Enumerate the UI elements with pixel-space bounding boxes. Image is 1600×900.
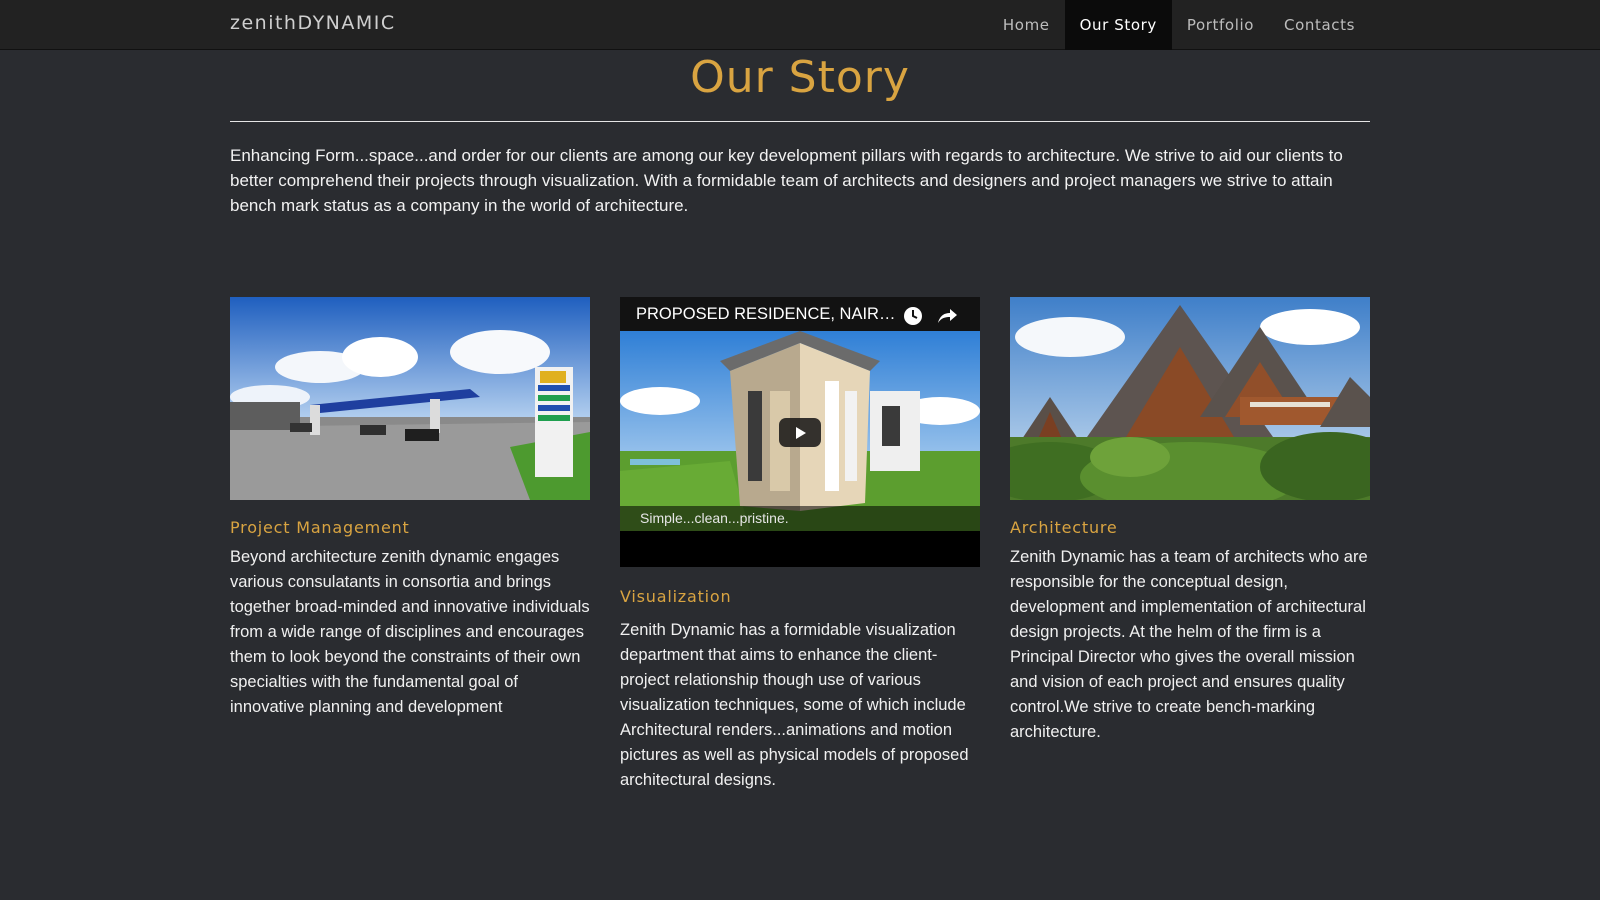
- architecture-section: Architecture Zenith Dynamic has a team o…: [1010, 297, 1370, 745]
- gas-station-render-image: [230, 297, 590, 500]
- nav-contacts[interactable]: Contacts: [1269, 0, 1370, 50]
- nav-home[interactable]: Home: [988, 0, 1065, 50]
- section-title: Architecture: [1010, 518, 1118, 537]
- play-icon[interactable]: [779, 418, 821, 447]
- section-title: Project Management: [230, 518, 410, 537]
- gas-station-render-illustration: [230, 297, 590, 500]
- nav-our-story[interactable]: Our Story: [1064, 0, 1172, 50]
- section-title: Visualization: [620, 587, 732, 606]
- lodge-render-illustration: [1010, 297, 1370, 500]
- page-title: Our Story: [690, 52, 910, 103]
- navbar: zenithDYNAMIC Home Our Story Portfolio C…: [0, 0, 1600, 50]
- project-management-section: Project Management Beyond architecture z…: [230, 297, 590, 720]
- brand-logo[interactable]: zenithDYNAMIC: [230, 12, 396, 34]
- watch-later-icon[interactable]: [902, 306, 924, 326]
- embedded-video-player[interactable]: PROPOSED RESIDENCE, NAIROBI Simple...cle…: [620, 297, 980, 567]
- video-caption-bar: Simple...clean...pristine.: [620, 506, 980, 531]
- visualization-section: PROPOSED RESIDENCE, NAIROBI Simple...cle…: [620, 297, 980, 793]
- section-text: Zenith Dynamic has a formidable visualiz…: [620, 621, 969, 789]
- intro-paragraph: Enhancing Form...space...and order for o…: [230, 146, 1343, 215]
- title-divider: [230, 121, 1370, 122]
- main-nav: Home Our Story Portfolio Contacts: [988, 0, 1370, 50]
- section-text: Zenith Dynamic has a team of architects …: [1010, 548, 1368, 741]
- video-title[interactable]: PROPOSED RESIDENCE, NAIROBI: [636, 305, 898, 324]
- share-icon[interactable]: [936, 306, 958, 326]
- section-text: Beyond architecture zenith dynamic engag…: [230, 548, 590, 716]
- video-title-bar: PROPOSED RESIDENCE, NAIROBI: [620, 297, 980, 331]
- video-caption: Simple...clean...pristine.: [640, 510, 789, 526]
- nav-portfolio[interactable]: Portfolio: [1172, 0, 1269, 50]
- lodge-render-image: [1010, 297, 1370, 500]
